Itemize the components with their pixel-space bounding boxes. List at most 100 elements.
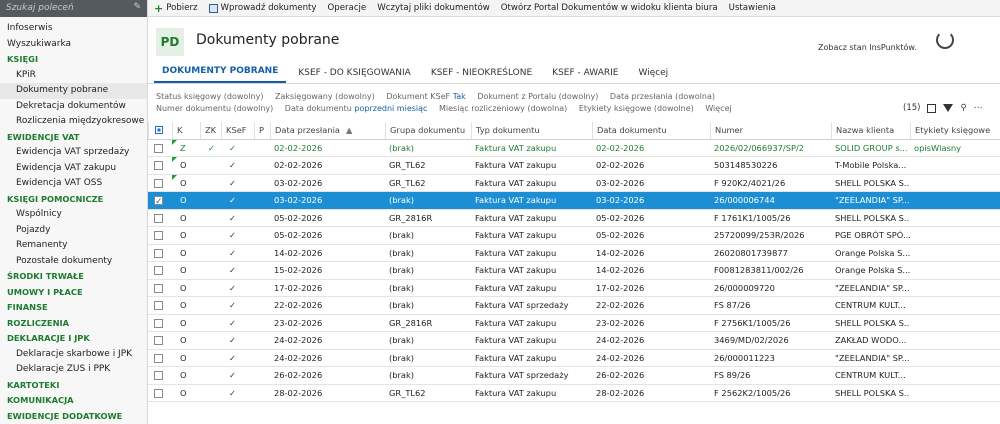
sidebar-item[interactable]: Deklaracje skarbowe i JPK xyxy=(0,347,147,363)
otworz-portal-button[interactable]: Otwórz Portal Dokumentów w widoku klient… xyxy=(501,3,718,13)
row-checkbox[interactable] xyxy=(148,227,170,244)
operacje-button[interactable]: Operacje xyxy=(328,3,367,13)
table-row[interactable]: O ✓ 24-02-2026 (brak) Faktura VAT zakupu 24-0… xyxy=(148,332,1000,350)
row-checkbox[interactable] xyxy=(148,280,170,297)
filter-ksef[interactable]: Dokument KSeF Tak xyxy=(386,92,465,101)
tab-ksef-do-ksiegowania[interactable]: KSEF - DO KSIĘGOWANIA xyxy=(290,68,418,83)
column-header[interactable]: P xyxy=(254,122,270,139)
sidebar-item[interactable]: KPiR xyxy=(0,68,147,84)
sidebar-item[interactable]: Wspólnicy xyxy=(0,207,147,223)
table-row[interactable]: O ✓ 26-02-2026 (brak) Faktura VAT sprzedaży 2… xyxy=(148,367,1000,385)
sidebar-section[interactable]: DEKLARACJE I JPK xyxy=(0,331,147,347)
filter-icon[interactable] xyxy=(943,104,954,112)
filter-zaksiegowany[interactable]: Zaksięgowany (dowolny) xyxy=(275,92,375,101)
select-all-checkbox[interactable] xyxy=(148,122,170,139)
sidebar-item[interactable]: Ewidencja VAT zakupu xyxy=(0,161,147,177)
filter-wiecej[interactable]: Więcej xyxy=(705,104,731,113)
pin-icon[interactable]: ✎ xyxy=(133,2,141,12)
row-checkbox[interactable] xyxy=(148,140,170,157)
filter-miesiac[interactable]: Miesiąc rozliczeniowy (dowolna) xyxy=(439,104,567,113)
sidebar-item[interactable]: Dokumenty pobrane xyxy=(0,83,147,99)
column-header[interactable]: Nazwa klienta xyxy=(831,122,910,139)
sidebar-item[interactable]: Pozostałe dokumenty xyxy=(0,254,147,270)
table-row[interactable]: O ✓ 24-02-2026 (brak) Faktura VAT zakupu 24-0… xyxy=(148,350,1000,367)
column-header[interactable]: Typ dokumentu xyxy=(471,122,592,139)
wczytaj-button[interactable]: Wczytaj pliki dokumentów xyxy=(377,3,490,13)
sidebar-item[interactable]: Dekretacja dokumentów xyxy=(0,99,147,115)
filter-portal[interactable]: Dokument z Portalu (dowolny) xyxy=(477,92,598,101)
filter-etykiety[interactable]: Etykiety księgowe (dowolne) xyxy=(579,104,694,113)
table-row[interactable]: Z ✓ ✓ 02-02-2026 (brak) Faktura VAT zakupu 02-… xyxy=(148,139,1000,157)
column-header[interactable]: KSeF xyxy=(221,122,254,139)
sidebar-item[interactable]: Ewidencja VAT sprzedaży xyxy=(0,145,147,161)
column-header[interactable]: Etykiety księgowe xyxy=(910,122,1000,139)
sidebar-section[interactable]: KSIĘGI xyxy=(0,52,147,68)
more-icon[interactable]: ⋯ xyxy=(974,103,983,113)
row-checkbox[interactable] xyxy=(148,175,170,192)
sidebar-item[interactable]: Wyszukiwarka xyxy=(0,37,147,53)
row-checkbox[interactable] xyxy=(148,385,170,402)
sidebar-item[interactable]: Pojazdy xyxy=(0,223,147,239)
row-checkbox[interactable] xyxy=(148,332,170,349)
filter-data-przeslania[interactable]: Data przesłania (dowolna) xyxy=(610,92,715,101)
table-row[interactable]: O ✓ 02-02-2026 GR_TL62 Faktura VAT zakupu 02-… xyxy=(148,157,1000,175)
sidebar-item[interactable]: Remanenty xyxy=(0,238,147,254)
export-icon[interactable] xyxy=(927,103,937,113)
table-row[interactable]: O ✓ 17-02-2026 (brak) Faktura VAT zakupu 17-0… xyxy=(148,280,1000,297)
table-row[interactable]: O ✓ 22-02-2026 (brak) Faktura VAT sprzedaży 2… xyxy=(148,297,1000,315)
row-checkbox[interactable] xyxy=(148,367,170,384)
sidebar-section[interactable]: FINANSE xyxy=(0,300,147,316)
sidebar-section[interactable]: ROZLICZENIA xyxy=(0,316,147,332)
sidebar-section[interactable]: KOMUNIKACJA xyxy=(0,393,147,409)
search-input[interactable]: Szukaj poleceń ✎ xyxy=(0,0,147,17)
tab-ksef-awarie[interactable]: KSEF - AWARIE xyxy=(544,68,626,83)
column-header[interactable]: Data dokumentu xyxy=(592,122,710,139)
sidebar-section[interactable]: EWIDENCJE VAT xyxy=(0,130,147,146)
table-row[interactable]: O ✓ 05-02-2026 GR_2816R Faktura VAT zakupu 05… xyxy=(148,210,1000,227)
row-checkbox[interactable] xyxy=(148,350,170,367)
sidebar-section[interactable]: UMOWY I PŁACE xyxy=(0,285,147,301)
search-icon[interactable]: ⚲ xyxy=(960,103,966,113)
tab-ksef-nieokreslone[interactable]: KSEF - NIEOKREŚLONE xyxy=(423,68,540,83)
sidebar-section[interactable]: KSIĘGI POMOCNICZE xyxy=(0,192,147,208)
row-checkbox[interactable] xyxy=(148,245,170,262)
column-header[interactable]: K xyxy=(172,122,200,139)
filter-status[interactable]: Status księgowy (dowolny) xyxy=(156,92,263,101)
table-row[interactable]: O ✓ 23-02-2026 GR_2816R Faktura VAT zakupu 23… xyxy=(148,315,1000,332)
ustawienia-button[interactable]: Ustawienia xyxy=(729,3,776,13)
inspunkty-link[interactable]: Zobacz stan InsPunktów. xyxy=(818,43,917,52)
pobierz-button[interactable]: + Pobierz xyxy=(154,2,198,15)
refresh-icon[interactable] xyxy=(936,31,954,49)
sidebar-section[interactable]: KARTOTEKI xyxy=(0,378,147,394)
table-row[interactable]: O ✓ 03-02-2026 (brak) Faktura VAT zakupu 03-0… xyxy=(148,192,1000,210)
table-row[interactable]: O ✓ 15-02-2026 (brak) Faktura VAT zakupu 14-0… xyxy=(148,262,1000,280)
column-header[interactable]: ZK xyxy=(200,122,221,139)
sidebar-section[interactable]: ŚRODKI TRWAŁE xyxy=(0,269,147,285)
tab-dokumenty-pobrane[interactable]: DOKUMENTY POBRANE xyxy=(154,66,287,83)
sidebar-item[interactable]: Infoserwis xyxy=(0,21,147,37)
sidebar-item[interactable]: Ewidencja VAT OSS xyxy=(0,176,147,192)
column-header[interactable]: Numer xyxy=(710,122,831,139)
sidebar-item[interactable]: Rozliczenia międzyokresowe xyxy=(0,114,147,130)
column-header[interactable]: Grupa dokumentu xyxy=(385,122,471,139)
column-header[interactable]: Data przesłania ▲ xyxy=(270,122,385,139)
row-checkbox[interactable] xyxy=(148,315,170,332)
row-checkbox[interactable] xyxy=(148,262,170,279)
tab-wiecej[interactable]: Więcej xyxy=(630,68,676,83)
cell-klient: SHELL POLSKA S... xyxy=(835,387,910,398)
cell-data-p: 22-02-2026 xyxy=(274,300,323,310)
sidebar-item[interactable]: Deklaracje ZUS i PPK xyxy=(0,362,147,378)
row-checkbox[interactable] xyxy=(148,210,170,227)
filter-numer[interactable]: Numer dokumentu (dowolny) xyxy=(156,104,273,113)
row-checkbox[interactable] xyxy=(148,192,170,209)
cell-numer: F 2756K1/1005/26 xyxy=(714,317,791,328)
filter-data-dokumentu[interactable]: Data dokumentu poprzedni miesiąc xyxy=(285,104,428,113)
table-row[interactable]: O ✓ 28-02-2026 GR_TL62 Faktura VAT zakupu 28-… xyxy=(148,385,1000,402)
sidebar-section[interactable]: EWIDENCJE DODATKOWE xyxy=(0,409,147,424)
row-checkbox[interactable] xyxy=(148,297,170,314)
wprowadz-button[interactable]: Wprowadź dokumenty xyxy=(208,3,317,13)
table-row[interactable]: O ✓ 03-02-2026 GR_TL62 Faktura VAT zakupu 03-… xyxy=(148,174,1000,192)
row-checkbox[interactable] xyxy=(148,157,170,174)
table-row[interactable]: O ✓ 14-02-2026 (brak) Faktura VAT zakupu 14-0… xyxy=(148,245,1000,262)
table-row[interactable]: O ✓ 05-02-2026 (brak) Faktura VAT zakupu 05-0… xyxy=(148,227,1000,245)
